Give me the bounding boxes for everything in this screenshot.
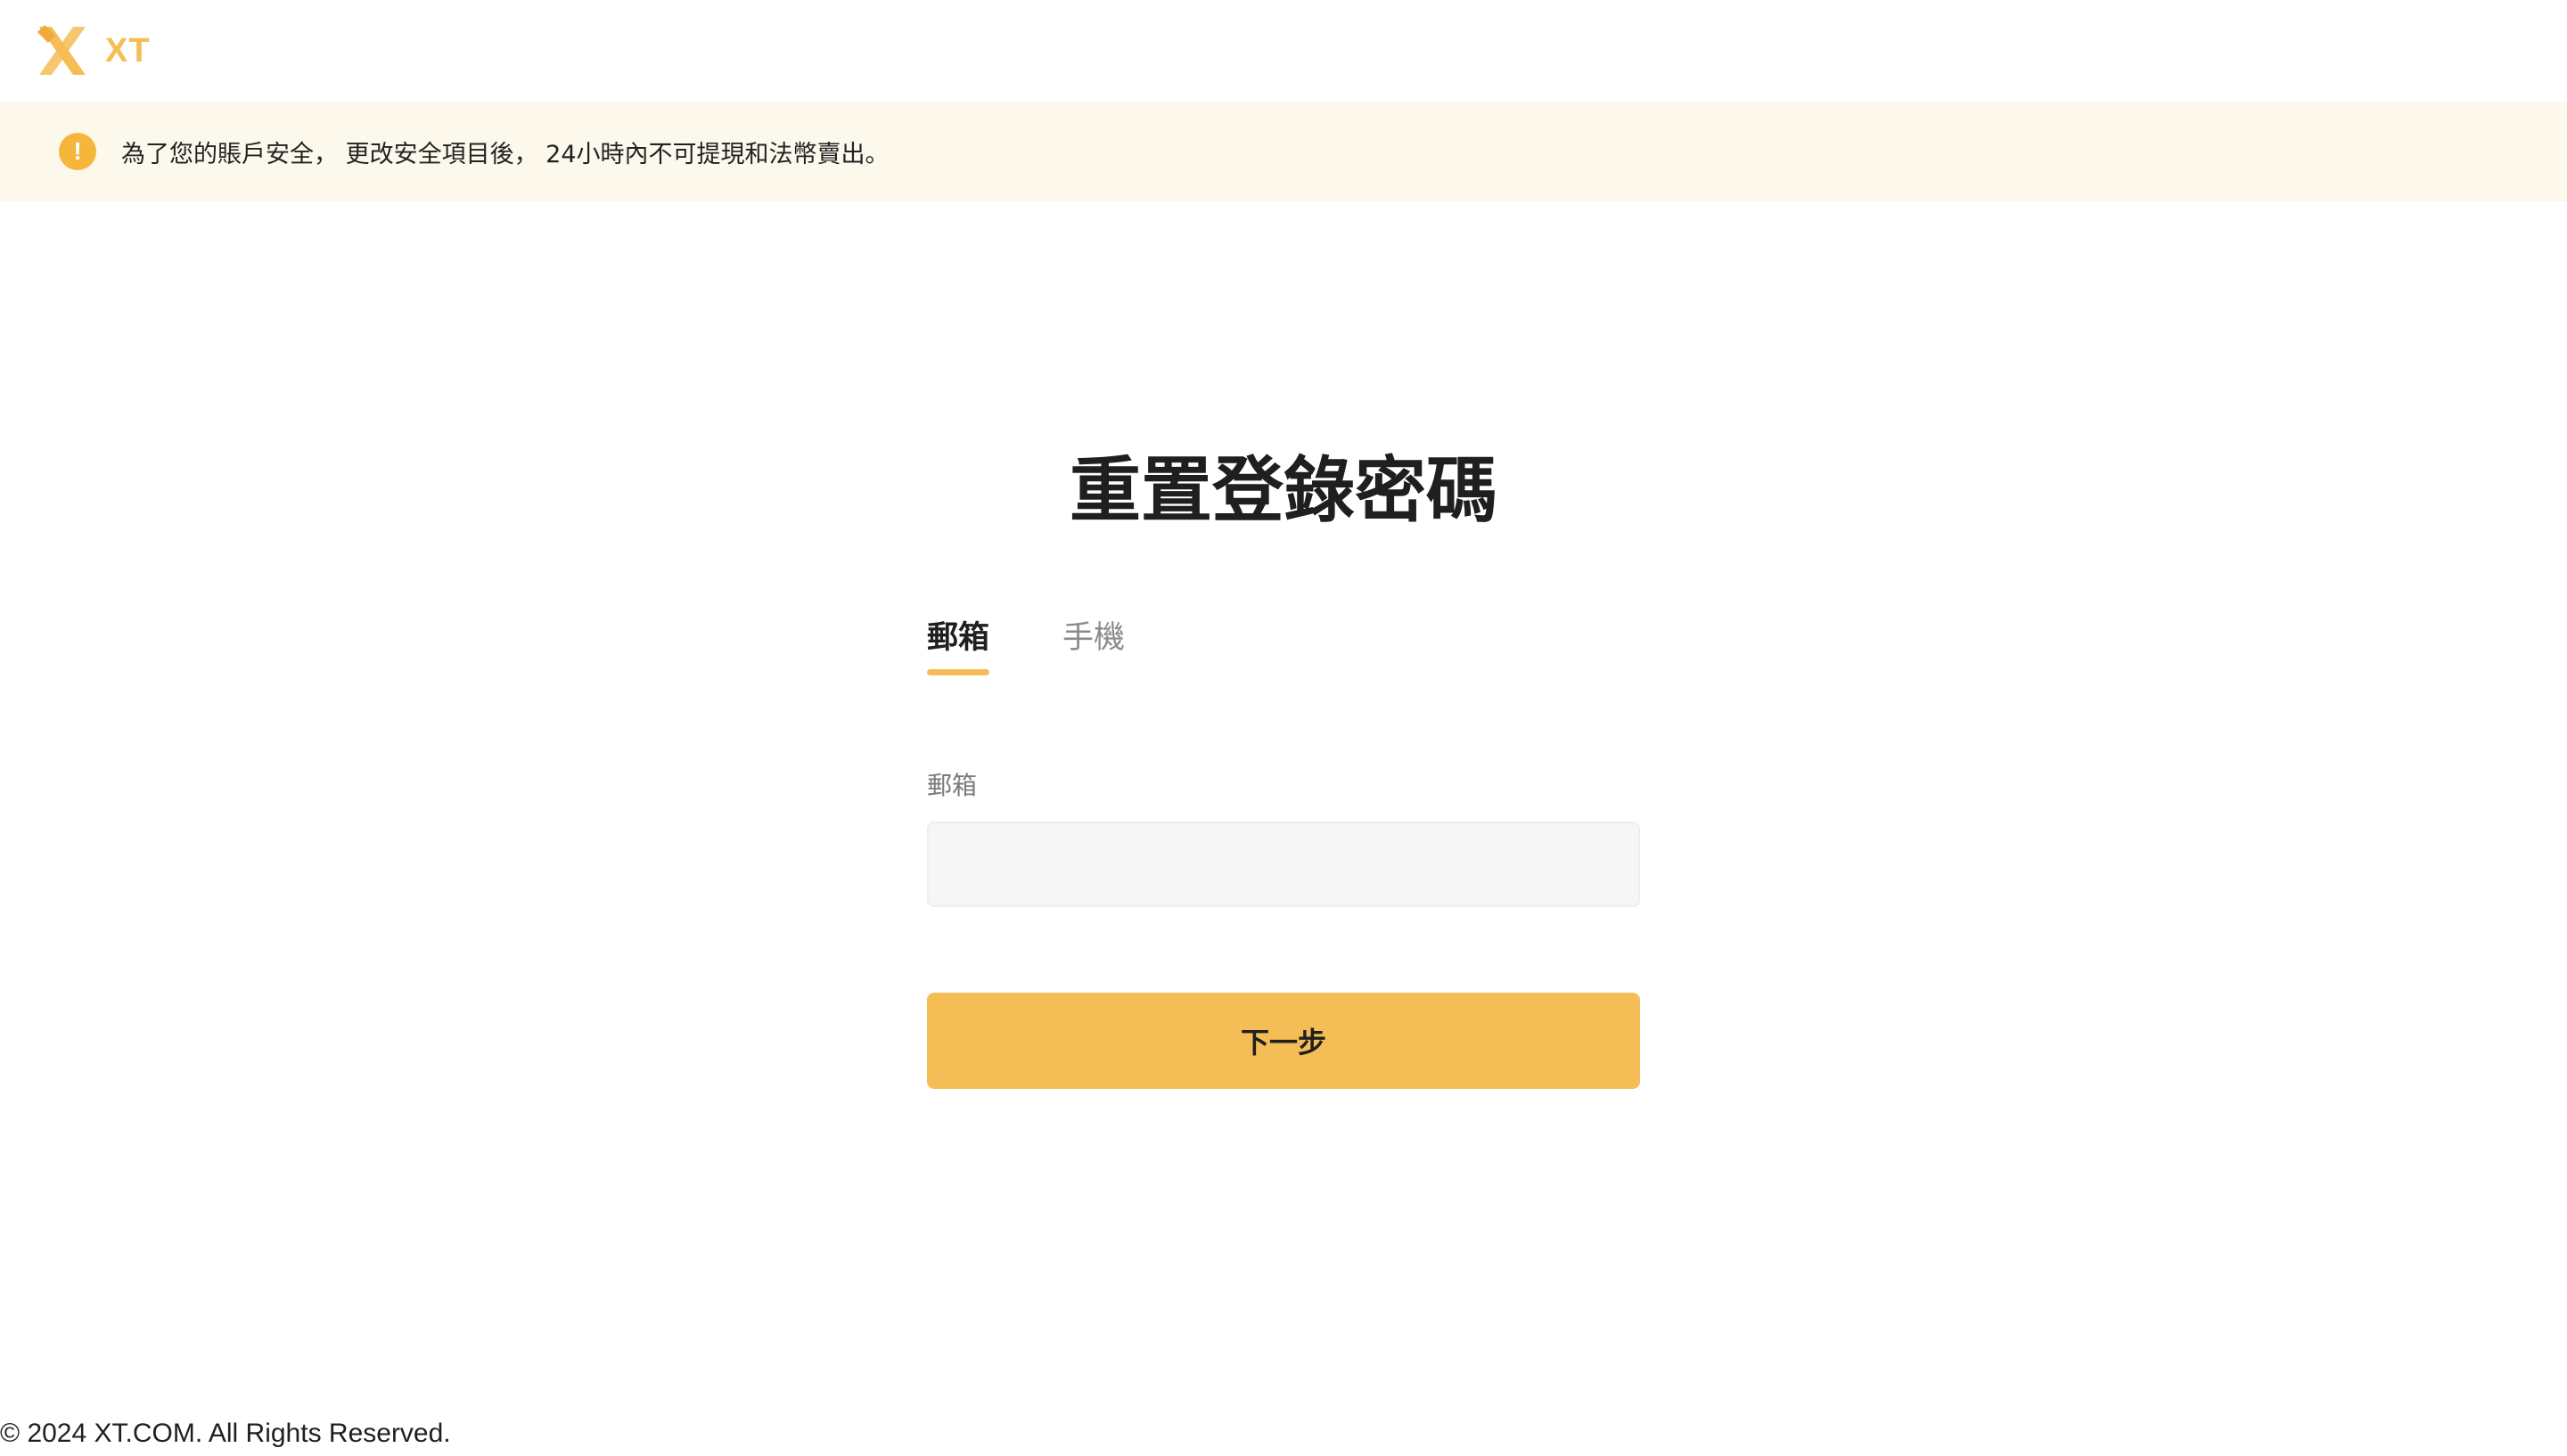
security-notice-bar: ! 為了您的賬戶安全， 更改安全項目後， 24小時內不可提現和法幣賣出。: [0, 102, 2567, 201]
next-step-button[interactable]: 下一步: [927, 993, 1640, 1089]
email-field-label: 郵箱: [927, 771, 978, 800]
logo-text: XT: [105, 31, 151, 70]
tab-email[interactable]: 郵箱: [927, 613, 990, 675]
page-title: 重置登錄密碼: [1070, 449, 1497, 532]
exclamation-icon: !: [59, 133, 96, 170]
notice-text: 為了您的賬戶安全， 更改安全項目後， 24小時內不可提現和法幣賣出。: [121, 140, 890, 168]
verification-method-tabs: 郵箱 手機: [927, 613, 1125, 675]
xt-logo-icon: [37, 25, 86, 75]
logo[interactable]: XT: [36, 23, 151, 78]
header: XT: [0, 0, 2567, 102]
email-field[interactable]: [927, 822, 1640, 907]
tab-phone[interactable]: 手機: [1062, 613, 1125, 670]
footer-copyright: © 2024 XT.COM. All Rights Reserved.: [0, 1419, 451, 1448]
reset-password-page: XT ! 為了您的賬戶安全， 更改安全項目後， 24小時內不可提現和法幣賣出。 …: [0, 0, 2567, 1456]
